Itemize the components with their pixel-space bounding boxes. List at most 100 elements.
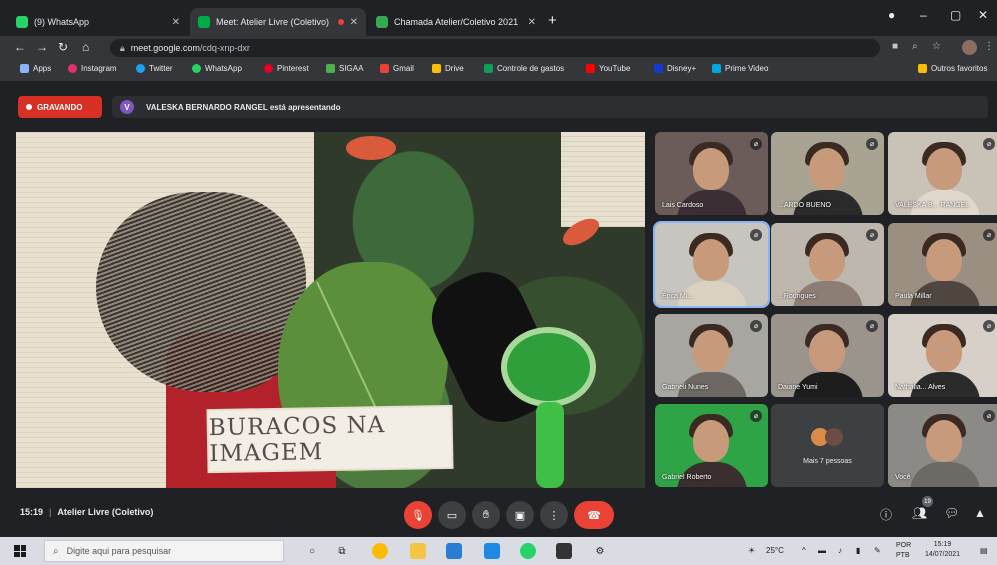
chrome-icon[interactable] [372, 543, 388, 559]
zoom-icon[interactable]: ⌕ [912, 41, 918, 52]
forward-arrow-icon[interactable]: → [36, 40, 48, 54]
camera-icon[interactable]: ■ [892, 41, 898, 52]
pinterest-icon [264, 64, 273, 73]
info-icon[interactable]: ⓘ [880, 506, 892, 523]
mic-off-button[interactable]: 🎙︎ [404, 501, 432, 529]
close-icon[interactable]: ✕ [350, 17, 358, 28]
participant-tile[interactable]: ⌀ Você [888, 404, 997, 487]
new-tab-button[interactable]: + [548, 12, 557, 29]
bookmark-controle-de-gastos[interactable]: Controle de gastos [484, 64, 564, 73]
weather-icon[interactable]: ☀︎ [748, 546, 755, 555]
presenter-avatar: V [120, 100, 134, 114]
notifications-icon[interactable]: ▤ [980, 546, 988, 555]
network-icon[interactable]: ▬ [818, 546, 826, 555]
bookmark-sigaa[interactable]: SIGAA [326, 64, 363, 73]
raise-hand-button[interactable]: ✋︎ [472, 501, 500, 529]
presenting-text: VALESKA BERNARDO RANGEL está apresentand… [146, 102, 341, 112]
home-icon[interactable]: ⌂ [82, 40, 89, 54]
photos-icon[interactable] [484, 543, 500, 559]
participant-tile[interactable]: ⌀ Érica Mi... [653, 221, 770, 308]
recording-indicator[interactable]: GRAVANDO [18, 96, 102, 118]
more-participants-tile[interactable]: Mais 7 pessoas [771, 404, 884, 487]
close-icon[interactable]: ✕ [172, 17, 180, 28]
participant-tile[interactable]: ⌀ Lais Cardoso [655, 132, 768, 215]
language-indicator[interactable]: POR PTB [896, 541, 911, 561]
participant-tile[interactable]: ⌀ ...ARDO BUENO [771, 132, 884, 215]
maximize-button[interactable]: ▢ [950, 8, 961, 22]
close-window-button[interactable]: ✕ [978, 8, 988, 22]
participant-face [693, 239, 729, 281]
pen-icon[interactable]: ✎ [874, 546, 881, 555]
back-arrow-icon[interactable]: ← [14, 40, 26, 54]
participant-tile[interactable]: ⌀ Nathalia... Alves [888, 314, 997, 397]
apps-grid-icon [20, 64, 29, 73]
people-icon[interactable]: 👥︎ [912, 506, 927, 520]
participant-face [926, 330, 962, 372]
participant-tile[interactable]: ⌀ Daiane Yumi [771, 314, 884, 397]
tray-chevron-icon[interactable]: ^ [802, 546, 806, 555]
bookmark-gmail[interactable]: Gmail [380, 64, 414, 73]
whatsapp-icon [192, 64, 201, 73]
taskbar-search-input[interactable]: ⌕ Digite aqui para pesquisar [44, 540, 284, 562]
address-bar[interactable]: 🔒︎ meet.google.com/cdq-xnp-dxr [110, 39, 880, 57]
activities-icon[interactable]: ▲ [974, 506, 986, 520]
bookmark-disney[interactable]: Disney+ [654, 64, 696, 73]
bookmark-label: YouTube [599, 64, 631, 73]
bookmark-label: Pinterest [277, 64, 309, 73]
participant-face [693, 148, 729, 190]
chat-icon[interactable]: 💬︎ [944, 506, 959, 520]
mic-muted-icon: ⌀ [750, 138, 762, 150]
participant-face [693, 330, 729, 372]
minimize-button[interactable]: – [920, 8, 927, 22]
leave-call-button[interactable]: ☎︎ [574, 501, 614, 529]
mic-muted-icon: ⌀ [750, 410, 762, 422]
settings-gear-icon[interactable]: ⚙ [592, 543, 608, 559]
battery-icon[interactable]: ▮ [856, 546, 860, 555]
bookmark-twitter[interactable]: Twitter [136, 64, 173, 73]
profile-avatar[interactable] [962, 40, 977, 55]
clock-date: 14/07/2021 [925, 551, 961, 558]
participant-face [809, 239, 845, 281]
bookmark-drive[interactable]: Drive [432, 64, 464, 73]
volume-icon[interactable]: ♪ [838, 546, 842, 555]
participant-tile[interactable]: ⌀ Paula Millar [888, 223, 997, 306]
taskbar-clock[interactable]: 15:19 14/07/2021 [925, 540, 960, 560]
file-explorer-icon[interactable] [410, 543, 426, 559]
tab-meet[interactable]: Meet: Atelier Livre (Coletivo) ✕ [190, 8, 366, 36]
participant-tile[interactable]: ⌀ ...Rodrigues [771, 223, 884, 306]
more-options-button[interactable]: ⋮ [540, 501, 568, 529]
participant-tile[interactable]: ⌀ VALESKA B... RANGEL [888, 132, 997, 215]
lang-top: POR [896, 542, 912, 549]
presentation-stage[interactable]: BURACOS NA IMAGEM [16, 132, 645, 488]
bookmark-other[interactable]: Outros favoritos [918, 64, 987, 73]
word-icon[interactable] [446, 543, 462, 559]
bookmark-whatsapp[interactable]: WhatsApp [192, 64, 242, 73]
camera-button[interactable]: ▭ [438, 501, 466, 529]
store-icon[interactable] [556, 543, 572, 559]
tab-sheets[interactable]: Chamada Atelier/Coletivo 2021 ✕ [368, 8, 544, 36]
bookmark-instagram[interactable]: Instagram [68, 64, 117, 73]
close-icon[interactable]: ✕ [528, 17, 536, 28]
participant-tile[interactable]: ⌀ Gabrieli Nunes [655, 314, 768, 397]
star-icon[interactable]: ☆ [932, 41, 941, 52]
mic-muted-icon: ⌀ [866, 138, 878, 150]
cortana-icon[interactable]: ○ [304, 543, 320, 559]
tab-search-button[interactable]: ● [888, 8, 895, 22]
mic-muted-icon: ⌀ [983, 320, 995, 332]
present-button[interactable]: ▣ [506, 501, 534, 529]
tab-whatsapp[interactable]: (9) WhatsApp ✕ [8, 8, 188, 36]
weather-temp[interactable]: 25°C [766, 546, 784, 555]
whatsapp-icon[interactable] [520, 543, 536, 559]
bookmark-youtube[interactable]: YouTube [586, 64, 630, 73]
reload-icon[interactable]: ↻ [58, 40, 68, 54]
bookmark-prime-video[interactable]: Prime Video [712, 64, 768, 73]
bookmark-apps[interactable]: Apps [20, 64, 51, 73]
menu-icon[interactable]: ⋮ [984, 41, 994, 52]
tab-label: Chamada Atelier/Coletivo 2021 [394, 17, 519, 27]
participant-tile[interactable]: ⌀ Gabriel Roberto [655, 404, 768, 487]
meeting-time: 15:19 [20, 507, 44, 517]
task-view-icon[interactable]: ⧉ [334, 543, 350, 559]
bookmark-pinterest[interactable]: Pinterest [264, 64, 309, 73]
mic-muted-icon: ⌀ [983, 138, 995, 150]
windows-start-icon[interactable] [14, 545, 26, 557]
